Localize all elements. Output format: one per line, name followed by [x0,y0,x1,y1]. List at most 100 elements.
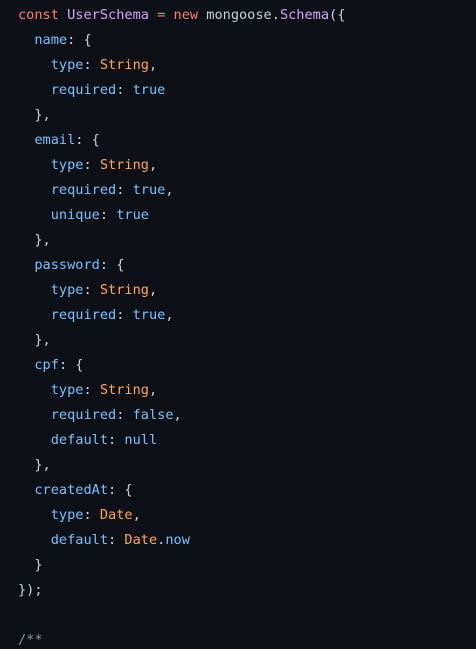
code-line: type: Date, [18,503,476,528]
code-line: unique: true [18,203,476,228]
code-editor[interactable]: const UserSchema = new mongoose.Schema({… [0,0,476,649]
code-token: /** [18,632,43,648]
code-token: }, [34,457,51,473]
code-token: : [83,507,100,523]
code-line: default: Date.now [18,528,476,553]
code-token: const [18,7,68,23]
code-token: required [50,182,117,198]
code-token: String [99,157,149,173]
code-token: : [83,57,100,73]
code-line: required: true [18,78,476,103]
code-line: name: { [18,28,476,53]
code-token: email [34,132,76,148]
code-token: }, [34,232,51,248]
code-token: true [132,82,166,98]
code-line: /** [18,628,476,649]
code-token: type [50,57,84,73]
code-token: unique [50,207,100,223]
code-token: String [99,57,149,73]
code-token: true [132,182,166,198]
code-token: type [50,382,84,398]
code-token: , [148,282,158,298]
code-token: : { [99,257,125,273]
code-token: required [50,82,117,98]
code-token: : [116,307,133,323]
code-token: required [50,407,117,423]
code-token: password [34,257,100,273]
code-token: type [50,157,84,173]
code-token: : [108,532,125,548]
code-line: required: true, [18,303,476,328]
code-token: : [99,207,117,223]
code-token: : { [108,482,133,498]
code-token: }); [18,582,43,598]
code-token: , [148,382,158,398]
code-line: cpf: { [18,353,476,378]
code-token: . [271,7,280,23]
code-token: type [50,282,84,298]
code-token: mongoose [206,7,272,23]
code-line: type: String, [18,378,476,403]
code-token: : [108,432,125,448]
code-token: }, [34,332,51,348]
code-lines: const UserSchema = new mongoose.Schema({… [18,3,476,649]
code-line: createdAt: { [18,478,476,503]
code-line: required: true, [18,178,476,203]
code-token: name [34,32,68,48]
code-token: , [173,407,182,423]
code-line: type: String, [18,53,476,78]
code-line: }, [18,328,476,353]
code-line: } [18,553,476,578]
code-token: : [116,82,133,98]
code-token: : [83,382,100,398]
code-token: , [165,307,174,323]
code-line: password: { [18,253,476,278]
code-line: }, [18,453,476,478]
code-line: required: false, [18,403,476,428]
code-token: UserSchema [67,7,149,23]
code-token: now [165,532,190,548]
code-token: : { [75,132,100,148]
code-token: , [148,157,158,173]
code-token: , [165,182,174,198]
code-token: true [132,307,166,323]
code-token: String [99,282,149,298]
code-token: true [116,207,149,223]
code-token: String [99,382,149,398]
code-token: : [83,157,100,173]
code-line: type: String, [18,153,476,178]
code-token: null [124,432,158,448]
code-token: , [132,507,141,523]
code-line: }, [18,228,476,253]
code-line: }); [18,578,476,603]
code-token: new [173,7,207,23]
code-token: createdAt [34,482,109,498]
code-token: Date [99,507,133,523]
code-token: : { [67,32,92,48]
code-token: cpf [34,357,59,373]
code-token: : [83,282,100,298]
code-token: required [50,307,117,323]
code-line: const UserSchema = new mongoose.Schema({ [18,3,476,28]
code-token: : { [58,357,84,373]
code-token: ({ [329,7,346,23]
